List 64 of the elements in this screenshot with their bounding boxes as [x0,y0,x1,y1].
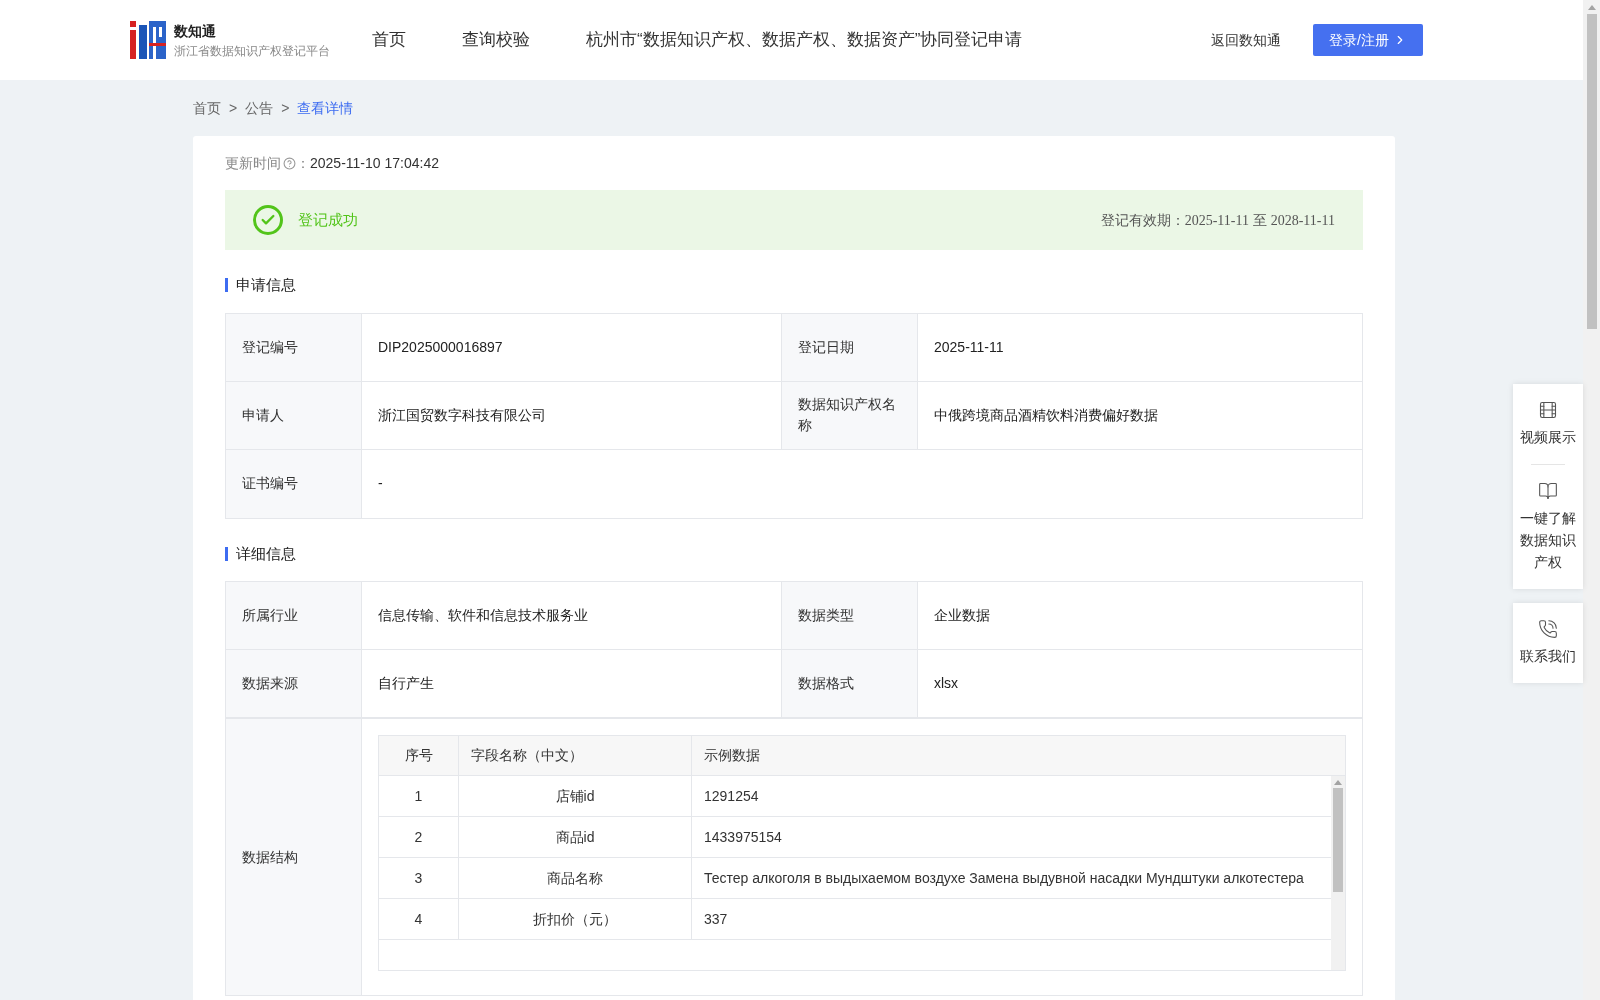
breadcrumb-separator: > [281,98,290,118]
column-header: 序号 [404,746,433,765]
field-value: 企业数据 [934,606,990,625]
side-link[interactable]: 联系我们 [1515,611,1581,675]
logo-icon [130,21,166,59]
back-link[interactable]: 返回数知通 [1211,29,1282,51]
breadcrumb-link[interactable]: 查看详情 [297,97,354,119]
field-value: DIP2025000016897 [378,337,503,357]
table-cell-text: Тестер алкоголя в выдыхаемом воздухе Замена выдувной насадки Мундштуки алкотестера [704,868,1304,888]
brand-subtitle: 浙江省数据知识产权登记平台 [174,42,330,60]
login-button[interactable]: 登录/注册 [1313,24,1423,56]
field-label: 数据类型 [798,606,854,625]
page-scrollbar[interactable] [1583,0,1600,1000]
film-icon [1538,400,1558,420]
table-cell-text: 折扣价（元） [533,909,617,929]
table-cell-text: 商品id [555,827,595,847]
side-link[interactable]: 视频展示 [1515,392,1581,456]
table-cell-text: 2 [414,827,423,847]
table-scrollbar[interactable] [1331,776,1345,970]
updated-label: 更新时间 [225,153,281,173]
field-label: 数据来源 [242,674,298,693]
field-value: 浙江国贸数字科技有限公司 [378,405,546,425]
field-label: 登记日期 [798,337,854,357]
table-cell-text: 1291254 [704,786,759,806]
field-value: - [378,474,383,493]
table-cell-text: 4 [414,909,423,929]
validity-period: 登记有效期：2025-11-11 至 2028-11-11 [1100,210,1335,230]
field-label: 证书编号 [242,474,298,493]
status-text: 登记成功 [298,209,358,230]
nav-link[interactable]: 查询校验 [462,27,530,53]
field-label: 申请人 [242,405,284,425]
updated-time: 2025-11-10 17:04:42 [310,153,439,173]
field-value: 信息传输、软件和信息技术服务业 [378,606,588,625]
colon: ： [296,153,310,173]
book-icon [1538,481,1558,501]
breadcrumb-link[interactable]: 公告 [245,97,274,119]
success-icon [253,205,283,235]
help-icon [283,156,296,170]
field-label: 数据知识产权名称 [798,395,897,435]
column-header: 字段名称（中文） [471,746,583,765]
field-value: 2025-11-11 [934,337,1004,357]
side-link[interactable]: 一键了解数据知识产权 [1515,473,1581,581]
nav-link[interactable]: 首页 [372,27,406,53]
field-label: 登记编号 [242,337,298,357]
brand-name: 数知通 [174,21,217,41]
breadcrumb-separator: > [229,98,238,118]
section-title: 详细信息 [236,543,296,564]
field-value: 中俄跨境商品酒精饮料消费偏好数据 [934,405,1158,425]
table-cell-text: 337 [704,909,728,929]
table-cell-text: 店铺id [555,786,595,806]
table-cell-text: 1 [414,786,423,806]
section-title: 申请信息 [236,275,296,295]
table-cell-text: 商品名称 [547,868,603,888]
breadcrumb-link[interactable]: 首页 [193,97,221,119]
table-cell-text: 3 [414,868,423,888]
field-value: 自行产生 [378,674,434,693]
field-label: 数据格式 [798,674,854,693]
column-header: 示例数据 [704,746,760,765]
table-cell-text: 1433975154 [704,827,782,847]
field-label: 所属行业 [242,606,298,625]
phone-icon [1538,619,1558,639]
field-value: xlsx [934,674,959,693]
field-label: 数据结构 [242,847,298,867]
nav-link[interactable]: 杭州市“数据知识产权、数据产权、数据资产”协同登记申请 [586,27,1023,53]
